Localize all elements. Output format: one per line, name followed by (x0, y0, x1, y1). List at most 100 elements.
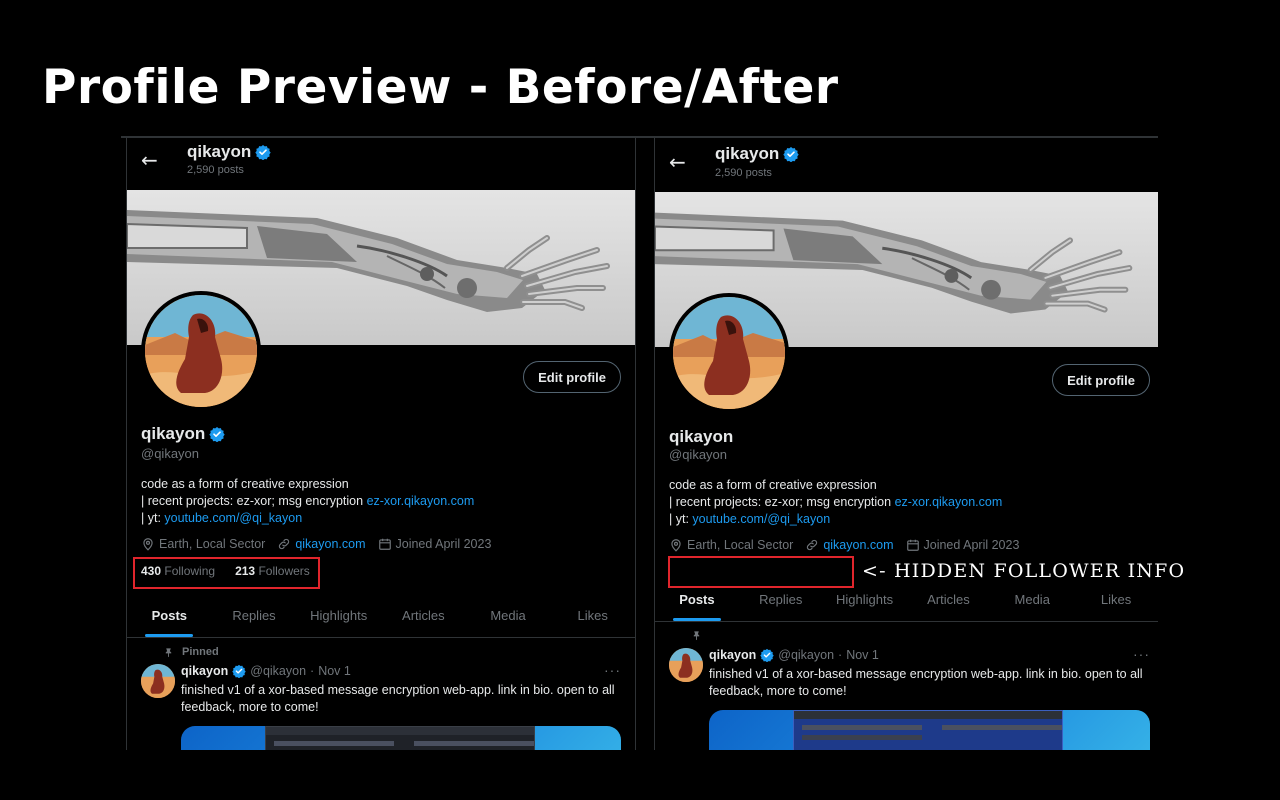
topbar-name-text: qikayon (187, 142, 252, 161)
back-arrow-icon[interactable]: ← (669, 150, 686, 174)
website-link[interactable]: qikayon.com (823, 538, 893, 552)
desert-figure-avatar-image (669, 648, 703, 682)
link-icon (279, 538, 290, 550)
tab-likes[interactable]: Likes (550, 594, 635, 637)
profile-avatar[interactable] (669, 293, 789, 413)
calendar-icon (378, 538, 391, 550)
location-pin-icon (143, 538, 153, 551)
tab-likes[interactable]: Likes (1074, 578, 1158, 621)
desert-figure-avatar-image (141, 664, 175, 698)
topbar-profile-name: qikayon (187, 142, 271, 162)
verified-badge-icon (255, 145, 271, 160)
post-media[interactable] (709, 710, 1150, 750)
profile-topbar: ← qikayon 2,590 posts (127, 138, 635, 190)
post-dot: · (838, 648, 843, 662)
location-text: Earth, Local Sector (159, 537, 266, 551)
bio-line-3-text: | yt: (141, 511, 165, 525)
tab-replies[interactable]: Replies (212, 594, 297, 637)
profile-panel-before: ← qikayon 2,590 posts Edit profile qikay… (126, 138, 636, 750)
bio-line-2-text: | recent projects: ez-xor; msg encryptio… (141, 494, 367, 508)
profile-avatar[interactable] (141, 291, 261, 411)
post-author-handle: @qikayon (778, 648, 835, 662)
profile-bio: code as a form of creative expression | … (669, 477, 1002, 528)
profile-topbar: ← qikayon 2,590 posts (655, 138, 1158, 190)
follower-highlight-box (133, 557, 320, 589)
post-text: finished v1 of a xor-based message encry… (709, 667, 1143, 698)
browser-screenshot-image (793, 710, 1063, 750)
post-author-handle: @qikayon (250, 664, 307, 678)
more-dots-icon[interactable]: ··· (604, 662, 621, 678)
post-header: qikayon @qikayon · Nov 1 (709, 648, 879, 662)
more-dots-icon[interactable]: ··· (1133, 646, 1150, 662)
bio-youtube-link[interactable]: youtube.com/@qi_kayon (164, 511, 302, 525)
meta-joined: Joined April 2023 (906, 538, 1020, 552)
topbar-profile-name: qikayon (715, 144, 799, 164)
bio-project-link[interactable]: ez-xor.qikayon.com (367, 494, 475, 508)
post-date[interactable]: Nov 1 (846, 648, 879, 662)
meta-location: Earth, Local Sector (141, 537, 265, 551)
tab-media[interactable]: Media (990, 578, 1074, 621)
display-name-text: qikayon (141, 424, 206, 443)
bio-line-3-text: | yt: (669, 512, 693, 526)
joined-text: Joined April 2023 (395, 537, 492, 551)
hidden-follower-box (668, 556, 854, 588)
topbar-name-text: qikayon (715, 144, 780, 163)
slide-title: Profile Preview - Before/After (42, 60, 839, 115)
meta-website[interactable]: qikayon.com (805, 538, 894, 552)
joined-text: Joined April 2023 (923, 538, 1020, 552)
verified-badge-icon (232, 664, 246, 678)
tab-articles[interactable]: Articles (906, 578, 990, 621)
tab-articles[interactable]: Articles (381, 594, 466, 637)
profile-handle: @qikayon (141, 446, 200, 461)
bio-line-2-text: | recent projects: ez-xor; msg encryptio… (669, 495, 895, 509)
profile-meta: Earth, Local Sector qikayon.com Joined A… (669, 538, 1019, 552)
bio-line-1: code as a form of creative expression (669, 478, 877, 492)
profile-bio: code as a form of creative expression | … (141, 476, 474, 527)
profile-display-name: qikayon (141, 424, 225, 444)
edit-profile-button[interactable]: Edit profile (1052, 364, 1150, 396)
back-arrow-icon[interactable]: ← (141, 148, 158, 172)
bio-line-2: | recent projects: ez-xor; msg encryptio… (669, 494, 1002, 511)
post-author-name[interactable]: qikayon (181, 664, 228, 678)
topbar-post-count: 2,590 posts (715, 167, 772, 179)
calendar-icon (906, 539, 919, 551)
post-avatar[interactable] (669, 648, 703, 682)
pinned-label: Pinned (163, 646, 219, 658)
bio-line-2: | recent projects: ez-xor; msg encryptio… (141, 493, 474, 510)
pinned-text: Pinned (182, 646, 219, 658)
topbar-post-count: 2,590 posts (187, 164, 244, 176)
location-pin-icon (671, 539, 681, 552)
profile-tabs: Posts Replies Highlights Articles Media … (127, 594, 635, 638)
location-text: Earth, Local Sector (687, 538, 794, 552)
verified-badge-icon (209, 427, 225, 442)
bio-line-3: | yt: youtube.com/@qi_kayon (141, 510, 474, 527)
pin-icon (693, 631, 700, 641)
bio-youtube-link[interactable]: youtube.com/@qi_kayon (692, 512, 830, 526)
website-link[interactable]: qikayon.com (295, 537, 365, 551)
post-date[interactable]: Nov 1 (318, 664, 351, 678)
tab-media[interactable]: Media (466, 594, 551, 637)
profile-handle: @qikayon (669, 447, 728, 462)
bio-line-3: | yt: youtube.com/@qi_kayon (669, 511, 1002, 528)
display-name-text: qikayon (669, 427, 734, 446)
profile-panel-after: ← qikayon 2,590 posts Edit profile qikay… (654, 138, 1158, 750)
edit-profile-button[interactable]: Edit profile (523, 361, 621, 393)
profile-meta: Earth, Local Sector qikayon.com Joined A… (141, 537, 491, 551)
post-dot: · (310, 664, 315, 678)
post-header: qikayon @qikayon · Nov 1 (181, 664, 351, 678)
verified-badge-icon (783, 147, 799, 162)
post-avatar[interactable] (141, 664, 175, 698)
pin-icon (165, 647, 172, 657)
tab-posts[interactable]: Posts (127, 594, 212, 637)
post-media[interactable] (181, 726, 621, 750)
desert-figure-avatar-image (145, 295, 257, 407)
profile-display-name: qikayon (669, 427, 733, 447)
link-icon (807, 539, 818, 551)
post-author-name[interactable]: qikayon (709, 648, 756, 662)
tab-highlights[interactable]: Highlights (296, 594, 381, 637)
browser-screenshot-image (265, 726, 535, 750)
meta-website[interactable]: qikayon.com (277, 537, 366, 551)
pinned-label (691, 630, 702, 641)
hidden-follower-note: <- HIDDEN FOLLOWER INFO (862, 560, 1186, 582)
bio-project-link[interactable]: ez-xor.qikayon.com (895, 495, 1003, 509)
